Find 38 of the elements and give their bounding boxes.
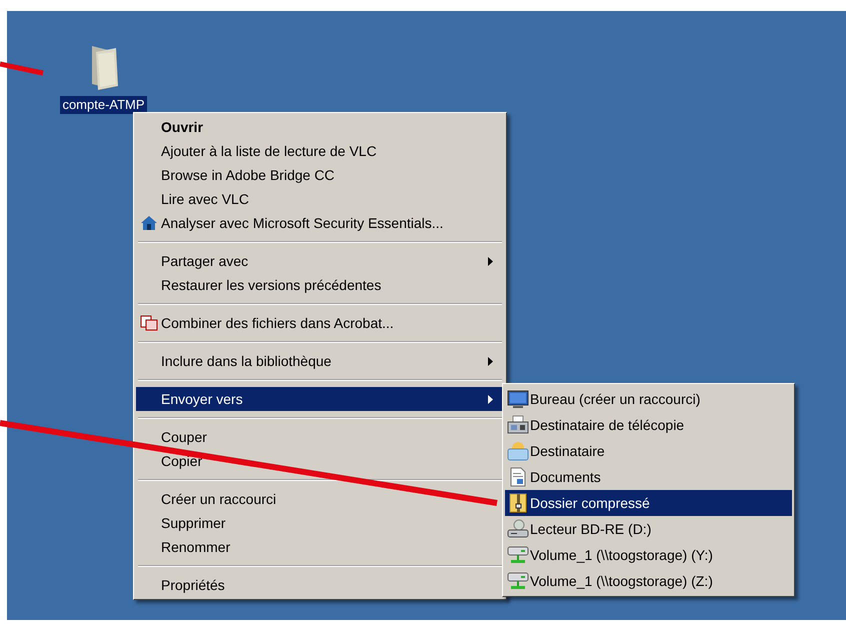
submenu-item[interactable]: Volume_1 (\\toogstorage) (Z:) bbox=[505, 568, 792, 594]
menu-item[interactable]: Combiner des fichiers dans Acrobat... bbox=[136, 311, 504, 335]
menu-item[interactable]: Couper bbox=[136, 425, 504, 449]
menu-item[interactable]: Ajouter à la liste de lecture de VLC bbox=[136, 139, 504, 163]
menu-item[interactable]: Envoyer vers bbox=[136, 387, 504, 411]
submenu-item[interactable]: Bureau (créer un raccourci) bbox=[505, 386, 792, 412]
menu-item[interactable]: Ouvrir bbox=[136, 115, 504, 139]
submenu-item[interactable]: Volume_1 (\\toogstorage) (Y:) bbox=[505, 542, 792, 568]
document-stack-icon bbox=[140, 315, 158, 331]
menu-item[interactable]: Restaurer les versions précédentes bbox=[136, 273, 504, 297]
menu-item[interactable]: Supprimer bbox=[136, 511, 504, 535]
network-drive-icon bbox=[506, 571, 528, 591]
menu-item[interactable]: Créer un raccourci bbox=[136, 487, 504, 511]
desktop-icon-label[interactable]: compte-ATMP bbox=[60, 96, 147, 114]
submenu-arrow-icon bbox=[488, 356, 493, 366]
network-drive-icon bbox=[506, 545, 528, 565]
disc-drive-icon bbox=[506, 519, 528, 539]
envelope-icon bbox=[506, 441, 528, 461]
submenu-item[interactable]: Documents bbox=[505, 464, 792, 490]
submenu-item[interactable]: Lecteur BD-RE (D:) bbox=[505, 516, 792, 542]
menu-item[interactable]: Browse in Adobe Bridge CC bbox=[136, 163, 504, 187]
menu-item[interactable]: Inclure dans la bibliothèque bbox=[136, 349, 504, 373]
menu-item[interactable]: Lire avec VLC bbox=[136, 187, 504, 211]
menu-item[interactable]: Propriétés bbox=[136, 573, 504, 597]
menu-item[interactable]: Partager avec bbox=[136, 249, 504, 273]
submenu-item[interactable]: Dossier compressé bbox=[505, 490, 792, 516]
menu-item[interactable]: Analyser avec Microsoft Security Essentials... bbox=[136, 211, 504, 235]
monitor-icon bbox=[506, 389, 528, 409]
submenu-item[interactable]: Destinataire de télécopie bbox=[505, 412, 792, 438]
submenu-item[interactable]: Destinataire bbox=[505, 438, 792, 464]
submenu-arrow-icon bbox=[488, 256, 493, 266]
submenu-arrow-icon bbox=[488, 394, 493, 404]
menu-item[interactable]: Renommer bbox=[136, 535, 504, 559]
fax-machine-icon bbox=[506, 415, 528, 435]
menu-item[interactable]: Copier bbox=[136, 449, 504, 473]
house-icon bbox=[140, 215, 158, 231]
zipped-folder-icon bbox=[506, 493, 528, 513]
annotation-line bbox=[0, 62, 44, 76]
